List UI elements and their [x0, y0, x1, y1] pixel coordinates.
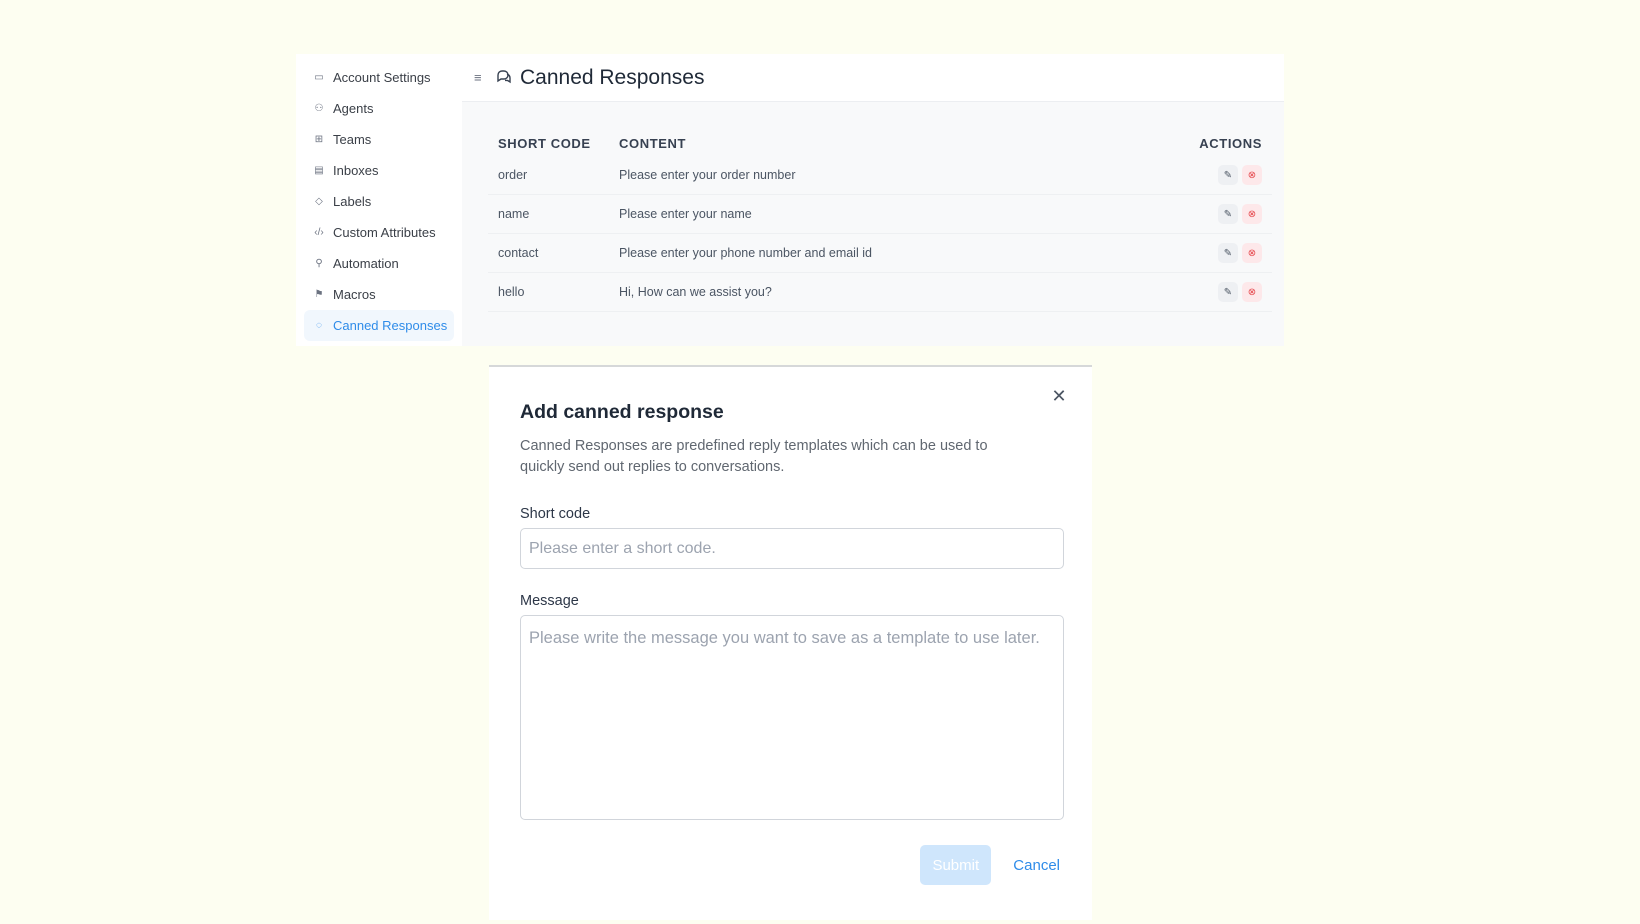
canned-responses-table-wrapper: SHORT CODE CONTENT ACTIONS order Please …: [462, 102, 1284, 312]
modal-actions: Submit Cancel: [920, 845, 1068, 885]
column-header-short-code: SHORT CODE: [498, 135, 591, 151]
sidebar-item-inboxes[interactable]: ▤ Inboxes: [304, 155, 454, 186]
canned-responses-table: SHORT CODE CONTENT ACTIONS order Please …: [488, 126, 1272, 312]
content-cell: Hi, How can we assist you?: [609, 272, 1118, 312]
table-header-row: SHORT CODE CONTENT ACTIONS: [488, 126, 1272, 156]
dismiss-circle-icon[interactable]: ⊗: [1242, 165, 1262, 185]
actions-cell: ✎ ⊗: [1117, 156, 1272, 195]
dismiss-circle-icon[interactable]: ⊗: [1242, 243, 1262, 263]
chat-bubbles-icon: [496, 68, 512, 88]
briefcase-icon: ▭: [314, 72, 324, 83]
main-content: ≡ Canned Responses SHORT CODE CONTENT AC…: [462, 54, 1284, 346]
code-icon: ‹/›: [314, 227, 324, 238]
submit-button[interactable]: Submit: [920, 845, 992, 885]
short-code-cell: name: [488, 194, 609, 234]
page-header: ≡ Canned Responses: [462, 54, 1284, 102]
pencil-icon[interactable]: ✎: [1218, 204, 1238, 224]
modal-description: Canned Responses are predefined reply te…: [520, 438, 988, 475]
actions-cell: ✎ ⊗: [1117, 233, 1272, 273]
sidebar-item-label: Teams: [333, 132, 372, 147]
sidebar-item-label: Custom Attributes: [333, 225, 436, 240]
message-label: Message: [520, 593, 579, 609]
actions-cell: ✎ ⊗: [1117, 194, 1272, 234]
pencil-icon[interactable]: ✎: [1218, 282, 1238, 302]
automation-icon: ⚲: [315, 258, 323, 269]
sidebar-item-label: Agents: [333, 101, 374, 116]
sidebar-item-label: Inboxes: [333, 163, 379, 178]
sidebar-item-canned-responses[interactable]: ◌ Canned Responses: [304, 310, 454, 341]
column-header-actions: ACTIONS: [1199, 135, 1262, 151]
sidebar-item-label: Labels: [333, 194, 372, 209]
inbox-icon: ▤: [314, 165, 324, 176]
content-cell: Please enter your order number: [609, 156, 1118, 195]
dismiss-circle-icon[interactable]: ⊗: [1242, 204, 1262, 224]
content-cell: Please enter your phone number and email…: [609, 233, 1118, 273]
short-code-label: Short code: [520, 506, 591, 522]
pencil-icon[interactable]: ✎: [1218, 165, 1238, 185]
short-code-cell: contact: [488, 233, 609, 273]
sidebar-item-label: Canned Responses: [333, 318, 448, 333]
sidebar-item-label: Automation: [333, 256, 399, 271]
table-row: contact Please enter your phone number a…: [488, 233, 1272, 273]
message-textarea[interactable]: [520, 615, 1064, 820]
table-row: order Please enter your order number ✎ ⊗: [488, 156, 1272, 195]
content-cell: Please enter your name: [609, 194, 1118, 234]
actions-cell: ✎ ⊗: [1117, 272, 1272, 312]
sidebar-item-automation[interactable]: ⚲ Automation: [304, 248, 454, 279]
close-icon[interactable]: ✕: [1048, 385, 1070, 407]
sidebar-item-labels[interactable]: ◇ Labels: [304, 186, 454, 217]
short-code-input[interactable]: [520, 528, 1064, 569]
dismiss-circle-icon[interactable]: ⊗: [1242, 282, 1262, 302]
menu-icon[interactable]: ≡: [474, 70, 484, 85]
table-row: name Please enter your name ✎ ⊗: [488, 194, 1272, 234]
column-header-content: CONTENT: [619, 135, 687, 151]
sidebar-item-custom-attributes[interactable]: ‹/› Custom Attributes: [304, 217, 454, 248]
add-canned-response-modal: ✕ Add canned response Canned Responses a…: [489, 365, 1092, 920]
modal-title: Add canned response: [520, 401, 724, 423]
page-title: Canned Responses: [520, 65, 705, 89]
cancel-button[interactable]: Cancel: [1005, 845, 1068, 885]
sidebar: ▭ Account Settings ⚇ Agents ⊞ Teams ▤ In…: [296, 54, 462, 346]
macros-icon: ⚑: [314, 289, 324, 300]
people-icon: ⚇: [314, 103, 324, 114]
sidebar-item-teams[interactable]: ⊞ Teams: [304, 124, 454, 155]
people-team-icon: ⊞: [314, 134, 324, 145]
chat-icon: ◌: [316, 320, 322, 331]
sidebar-item-label: Account Settings: [333, 70, 431, 85]
tag-icon: ◇: [315, 196, 323, 207]
table-row: hello Hi, How can we assist you? ✎ ⊗: [488, 272, 1272, 312]
short-code-cell: hello: [488, 272, 609, 312]
sidebar-item-label: Macros: [333, 287, 376, 302]
pencil-icon[interactable]: ✎: [1218, 243, 1238, 263]
sidebar-item-account-settings[interactable]: ▭ Account Settings: [304, 62, 454, 93]
sidebar-item-macros[interactable]: ⚑ Macros: [304, 279, 454, 310]
settings-window: ▭ Account Settings ⚇ Agents ⊞ Teams ▤ In…: [296, 54, 1284, 346]
short-code-cell: order: [488, 156, 609, 195]
sidebar-item-agents[interactable]: ⚇ Agents: [304, 93, 454, 124]
